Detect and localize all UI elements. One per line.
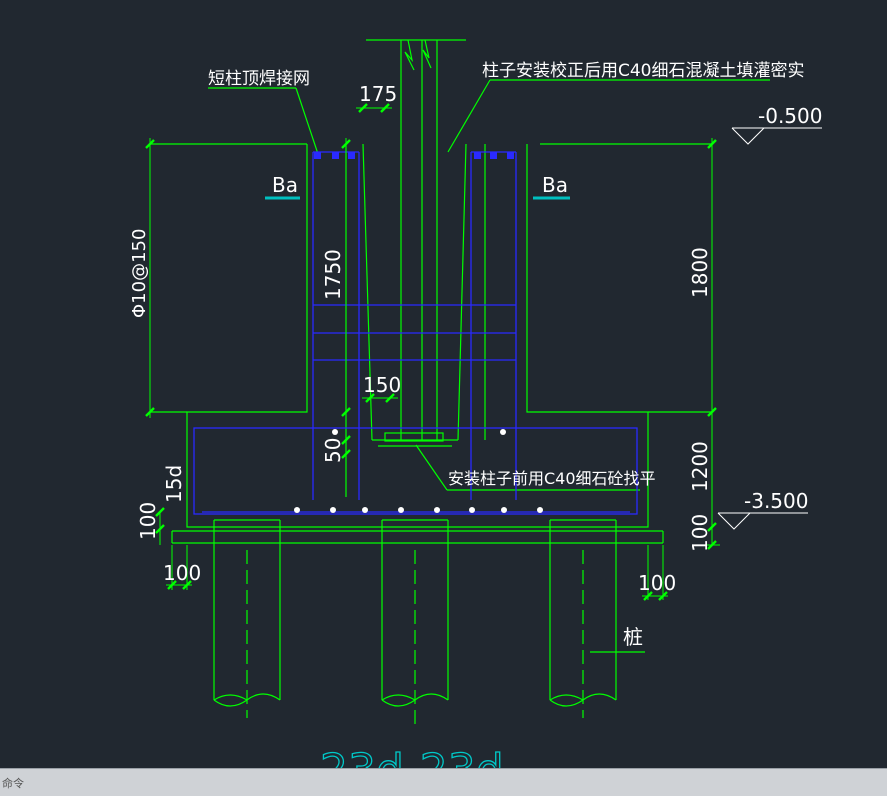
note-grout-top: 柱子安装校正后用C40细石混凝土填灌密实	[482, 61, 805, 81]
note-pile: 桩	[623, 625, 643, 649]
command-prompt: 命令	[2, 776, 24, 790]
pile-left	[213, 519, 281, 718]
dim-15d: 15d	[162, 465, 186, 503]
section-title: 23d-23d	[320, 745, 504, 768]
dim-100-right-v: 100	[688, 514, 712, 552]
note-top-mesh: 短柱顶焊接网	[208, 69, 310, 89]
dimension-lines	[149, 107, 720, 600]
dim-100-left-v: 100	[136, 502, 160, 540]
rebar-dots	[314, 152, 514, 159]
dim-1200: 1200	[688, 441, 712, 492]
dim-stirrup: Φ10@150	[129, 229, 150, 318]
section-mark-right: Ba	[542, 173, 568, 197]
elevation-bottom: -3.500	[744, 489, 808, 513]
dim-1800: 1800	[688, 247, 712, 298]
elevation-marker-bottom	[717, 512, 808, 530]
pile-center	[381, 519, 449, 730]
rebar-cage	[193, 151, 638, 515]
section-mark-left: Ba	[272, 173, 298, 197]
cad-drawing-canvas[interactable]: 短柱顶焊接网 柱子安装校正后用C40细石混凝土填灌密实 安装柱子前用C40细石砼…	[0, 0, 887, 768]
dim-100-right-h: 100	[638, 571, 676, 595]
elevation-top: -0.500	[758, 104, 822, 128]
dim-100-left-h: 100	[163, 561, 201, 585]
command-line[interactable]: 命令	[0, 768, 887, 796]
dim-50: 50	[321, 438, 345, 463]
dim-1750: 1750	[321, 249, 345, 300]
dim-150: 150	[363, 373, 401, 397]
elevation-marker-top	[731, 127, 822, 145]
dimension-ticks	[145, 103, 717, 601]
foundation-outline	[150, 39, 770, 653]
piles	[213, 519, 617, 730]
pile-right	[549, 519, 617, 718]
note-grout-bottom: 安装柱子前用C40细石砼找平	[448, 469, 656, 488]
dim-175: 175	[359, 82, 397, 106]
